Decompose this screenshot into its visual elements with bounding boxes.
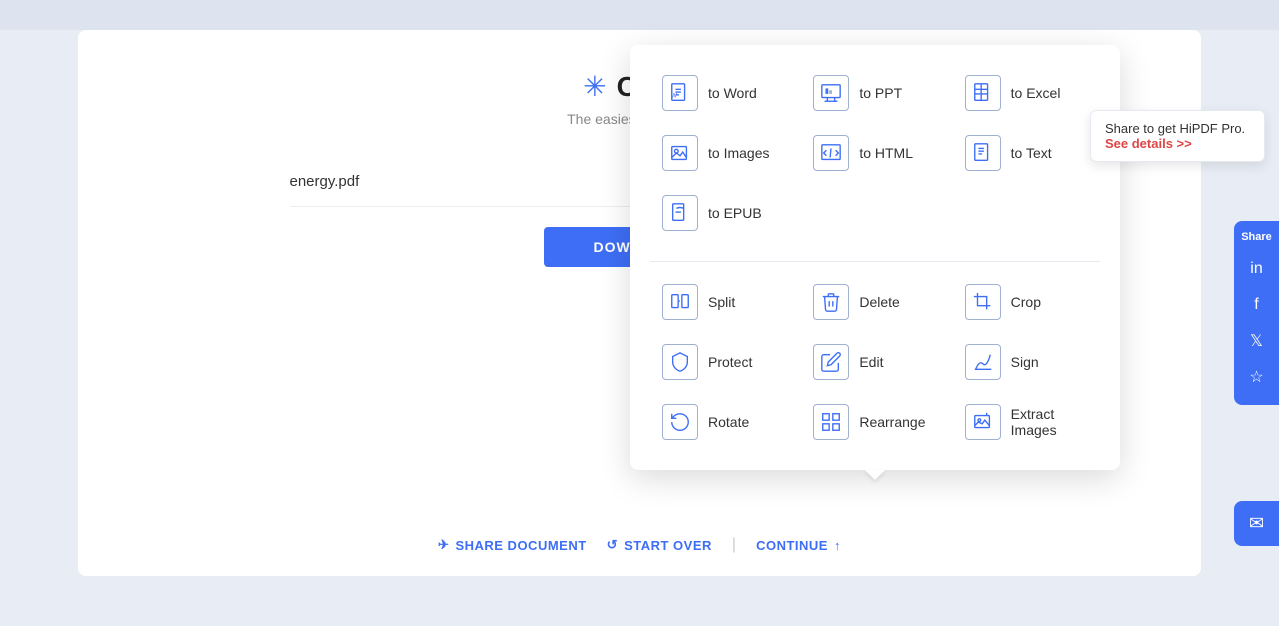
share-document-button[interactable]: ✈ SHARE DOCUMENT bbox=[438, 537, 587, 553]
share-doc-icon: ✈ bbox=[438, 537, 449, 553]
extract-images-label: Extract Images bbox=[1011, 406, 1088, 438]
dropdown-arrow bbox=[865, 470, 885, 480]
separator: | bbox=[732, 536, 736, 554]
tooltip-main: Share to get HiPDF Pro. bbox=[1105, 121, 1245, 136]
continue-button[interactable]: CONTINUE ↑ bbox=[756, 538, 841, 553]
menu-item-rotate[interactable]: Rotate bbox=[650, 394, 797, 450]
twitter-button[interactable]: 𝕏 bbox=[1239, 323, 1275, 359]
menu-item-to-epub[interactable]: to EPUB bbox=[650, 185, 797, 241]
menu-item-to-html[interactable]: to HTML bbox=[801, 125, 948, 181]
to-word-label: to Word bbox=[708, 85, 757, 101]
ppt-icon bbox=[813, 75, 849, 111]
crop-icon bbox=[965, 284, 1001, 320]
delete-label: Delete bbox=[859, 294, 899, 310]
to-text-label: to Text bbox=[1011, 145, 1052, 161]
rearrange-label: Rearrange bbox=[859, 414, 925, 430]
to-images-label: to Images bbox=[708, 145, 769, 161]
to-epub-label: to EPUB bbox=[708, 205, 762, 221]
images-icon bbox=[662, 135, 698, 171]
email-button[interactable]: ✉ bbox=[1234, 501, 1279, 546]
tooltip-link[interactable]: See details >> bbox=[1105, 136, 1192, 151]
start-over-button[interactable]: ↺ START OVER bbox=[607, 537, 712, 553]
to-html-label: to HTML bbox=[859, 145, 913, 161]
protect-label: Protect bbox=[708, 354, 752, 370]
split-icon bbox=[662, 284, 698, 320]
delete-icon bbox=[813, 284, 849, 320]
menu-item-edit[interactable]: Edit bbox=[801, 334, 948, 390]
tooltip-box: Share to get HiPDF Pro. See details >> bbox=[1090, 110, 1265, 162]
menu-item-protect[interactable]: Protect bbox=[650, 334, 797, 390]
svg-text:W: W bbox=[671, 93, 678, 100]
menu-item-sign[interactable]: Sign bbox=[953, 334, 1100, 390]
menu-item-split[interactable]: Split bbox=[650, 274, 797, 330]
menu-item-to-word[interactable]: W to Word bbox=[650, 65, 797, 121]
bookmark-button[interactable]: ☆ bbox=[1239, 359, 1275, 395]
sign-icon bbox=[965, 344, 1001, 380]
menu-item-to-ppt[interactable]: to PPT bbox=[801, 65, 948, 121]
excel-icon bbox=[965, 75, 1001, 111]
protect-icon bbox=[662, 344, 698, 380]
menu-item-rearrange[interactable]: Rearrange bbox=[801, 394, 948, 450]
bottom-bar: ✈ SHARE DOCUMENT ↺ START OVER | CONTINUE… bbox=[78, 524, 1201, 566]
facebook-button[interactable]: f bbox=[1239, 287, 1275, 323]
edit-label: Edit bbox=[859, 354, 883, 370]
share-label: Share bbox=[1241, 231, 1272, 243]
menu-item-to-images[interactable]: to Images bbox=[650, 125, 797, 181]
text-icon bbox=[965, 135, 1001, 171]
linkedin-button[interactable]: in bbox=[1239, 251, 1275, 287]
extract-images-icon bbox=[965, 404, 1001, 440]
menu-item-crop[interactable]: Crop bbox=[953, 274, 1100, 330]
convert-section: W to Word to PPT bbox=[650, 65, 1100, 257]
edit-icon bbox=[813, 344, 849, 380]
dropdown-menu: W to Word to PPT bbox=[630, 45, 1120, 470]
rotate-icon bbox=[662, 404, 698, 440]
email-icon: ✉ bbox=[1249, 513, 1264, 534]
menu-item-extract-images[interactable]: Extract Images bbox=[953, 394, 1100, 450]
crop-label: Crop bbox=[1011, 294, 1041, 310]
restart-icon: ↺ bbox=[607, 537, 618, 553]
to-ppt-label: to PPT bbox=[859, 85, 902, 101]
continue-icon: ↑ bbox=[834, 538, 841, 553]
split-label: Split bbox=[708, 294, 735, 310]
bg-header bbox=[0, 0, 1279, 30]
compress-icon: ✳ bbox=[583, 70, 606, 103]
html-icon bbox=[813, 135, 849, 171]
menu-item-delete[interactable]: Delete bbox=[801, 274, 948, 330]
sign-label: Sign bbox=[1011, 354, 1039, 370]
menu-divider bbox=[650, 261, 1100, 262]
file-name: energy.pdf bbox=[290, 173, 360, 190]
rearrange-icon bbox=[813, 404, 849, 440]
share-sidebar: Share in f 𝕏 ☆ bbox=[1234, 221, 1279, 405]
menu-item-to-text[interactable]: to Text bbox=[953, 125, 1100, 181]
word-icon: W bbox=[662, 75, 698, 111]
to-excel-label: to Excel bbox=[1011, 85, 1061, 101]
rotate-label: Rotate bbox=[708, 414, 749, 430]
epub-icon bbox=[662, 195, 698, 231]
menu-item-to-excel[interactable]: to Excel bbox=[953, 65, 1100, 121]
tools-section: Split Delete Crop bbox=[650, 274, 1100, 450]
